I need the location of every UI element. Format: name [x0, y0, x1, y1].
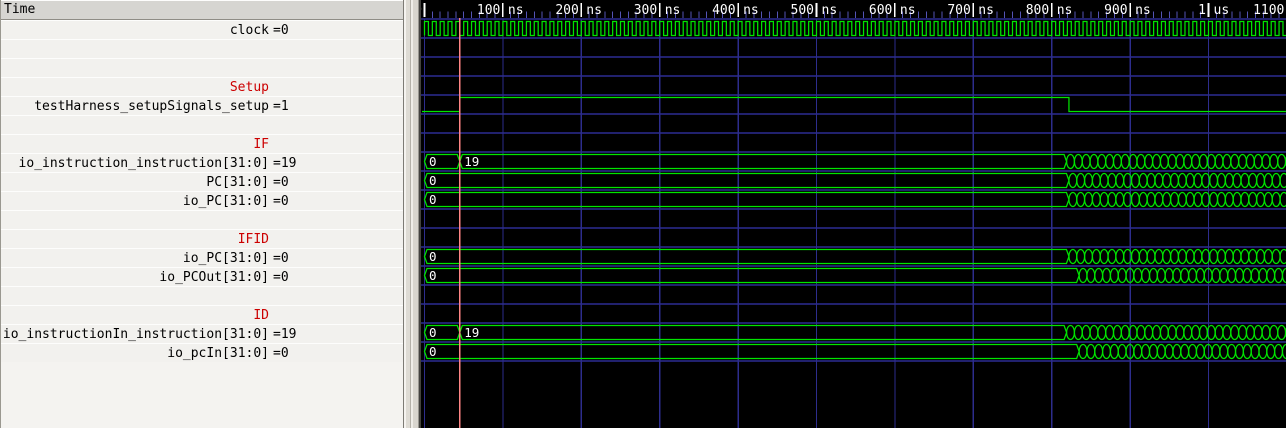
bus-value-label: 0	[429, 173, 437, 188]
signal-value: =0	[273, 249, 289, 268]
group-label: Setup	[1, 78, 269, 97]
signal-value: =19	[273, 325, 296, 344]
signal-name: io_PC[31:0]	[1, 192, 269, 211]
signal-name: io_PCOut[31:0]	[1, 268, 269, 287]
bus-value-label: 19	[464, 154, 479, 169]
signal-row[interactable]: io_PC[31:0]=0	[1, 191, 403, 210]
signal-name: io_instruction_instruction[31:0]	[1, 154, 269, 173]
ruler-unit-label: ns	[586, 3, 602, 18]
bus-value-label: 0	[429, 249, 437, 264]
group-label: IFID	[1, 230, 269, 249]
signal-value: =1	[273, 97, 289, 116]
signal-name: io_pcIn[31:0]	[1, 344, 269, 363]
signal-name: io_instructionIn_instruction[31:0]	[1, 325, 269, 344]
bus-value-label: 0	[429, 325, 437, 340]
ruler-unit-label: ns	[1057, 3, 1073, 18]
ruler-time-label: 0	[421, 3, 422, 18]
signal-value: =0	[273, 268, 289, 287]
signal-name: io_PC[31:0]	[1, 249, 269, 268]
group-header-row[interactable]: Setup	[1, 77, 403, 96]
ruler-time-label: 800	[1026, 3, 1049, 18]
ruler-time-label: 500	[791, 3, 814, 18]
signal-value: =0	[273, 192, 289, 211]
blank-row	[1, 210, 403, 229]
signal-row[interactable]: io_PC[31:0]=0	[1, 248, 403, 267]
signal-row[interactable]: PC[31:0]=0	[1, 172, 403, 191]
ruler-time-label: 600	[869, 3, 892, 18]
signal-value: =0	[273, 173, 289, 192]
ruler-unit-label: ns	[822, 3, 838, 18]
signal-row[interactable]: testHarness_setupSignals_setup=1	[1, 96, 403, 115]
signal-value: =0	[273, 344, 289, 363]
bus-value-label: 0	[429, 268, 437, 283]
blank-row	[1, 39, 403, 58]
ruler-time-label: 700	[947, 3, 970, 18]
time-header-label: Time	[4, 2, 35, 17]
ruler-unit-label: ns	[1135, 3, 1151, 18]
ruler-unit-label: ns	[665, 3, 681, 18]
signal-row[interactable]: io_instructionIn_instruction[31:0]=19	[1, 324, 403, 343]
group-label: ID	[1, 306, 269, 325]
panel-splitter-scrollbar[interactable]	[403, 0, 421, 428]
signal-name-list: clock=0SetuptestHarness_setupSignals_set…	[1, 20, 403, 362]
bus-value-label: 19	[464, 325, 479, 340]
signal-name: clock	[1, 21, 269, 40]
ruler-unit-label: ns	[900, 3, 916, 18]
bus-value-label: 0	[429, 154, 437, 169]
bus-value-label: 0	[429, 192, 437, 207]
ruler-time-label: 1	[1198, 3, 1206, 18]
signal-name: testHarness_setupSignals_setup	[1, 97, 269, 116]
group-header-row[interactable]: IFID	[1, 229, 403, 248]
ruler-time-label: 900	[1104, 3, 1127, 18]
blank-row	[1, 286, 403, 305]
time-column-header[interactable]: Time	[1, 0, 403, 20]
signal-value: =19	[273, 154, 296, 173]
ruler-time-label: 200	[555, 3, 578, 18]
wave-canvas[interactable]: 0100ns200ns300ns400ns500ns600ns700ns800n…	[421, 0, 1286, 428]
blank-row	[1, 115, 403, 134]
bus-value-label: 0	[429, 344, 437, 359]
ruler-unit-label: us	[1214, 3, 1230, 18]
signal-row[interactable]: io_PCOut[31:0]=0	[1, 267, 403, 286]
signal-row[interactable]: io_instruction_instruction[31:0]=19	[1, 153, 403, 172]
ruler-time-label: 400	[712, 3, 735, 18]
ruler-unit-label: ns	[743, 3, 759, 18]
gtkwave-window: Time clock=0SetuptestHarness_setupSignal…	[0, 0, 1286, 428]
ruler-unit-label: ns	[978, 3, 994, 18]
signal-value: =0	[273, 21, 289, 40]
ruler-time-label: 1100	[1253, 3, 1284, 18]
signal-row[interactable]: io_pcIn[31:0]=0	[1, 343, 403, 362]
blank-row	[1, 58, 403, 77]
ruler-time-label: 100	[477, 3, 500, 18]
group-label: IF	[1, 135, 269, 154]
group-header-row[interactable]: IF	[1, 134, 403, 153]
signal-name: PC[31:0]	[1, 173, 269, 192]
ruler-unit-label: ns	[508, 3, 524, 18]
ruler-time-label: 300	[634, 3, 657, 18]
group-header-row[interactable]: ID	[1, 305, 403, 324]
signal-names-panel: Time clock=0SetuptestHarness_setupSignal…	[0, 0, 403, 428]
wave-panel[interactable]: 0100ns200ns300ns400ns500ns600ns700ns800n…	[421, 0, 1286, 428]
signal-row[interactable]: clock=0	[1, 20, 403, 39]
